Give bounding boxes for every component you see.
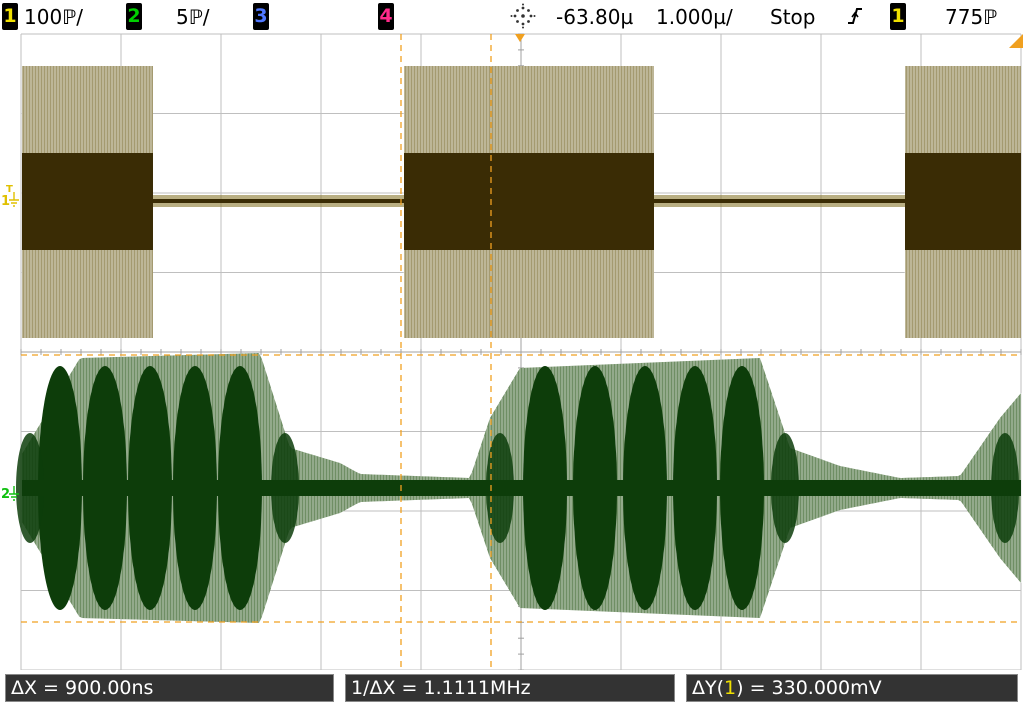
- ch2-baseline: [22, 480, 1021, 496]
- channel-1-waveform: [21, 66, 1021, 338]
- delta-y-readout[interactable]: ΔY(1) = 330.000mV: [686, 674, 1018, 702]
- ground-icon: [9, 486, 19, 506]
- inverse-delta-x-readout[interactable]: 1/ΔX = 1.1111MHz: [345, 674, 675, 702]
- ch1-burst-core: [905, 153, 1021, 250]
- waveform-display[interactable]: [0, 0, 1023, 670]
- delta-y-source: 1: [724, 677, 737, 699]
- edge-scroll-marker: [1009, 34, 1023, 48]
- ch1-burst-core: [22, 153, 153, 250]
- ch1-burst-core: [404, 153, 654, 250]
- channel-2-waveform: [16, 353, 1022, 623]
- measurement-bar: ΔX = 900.00ns 1/ΔX = 1.1111MHz ΔY(1) = 3…: [0, 670, 1023, 708]
- ch1-idle-trace: [153, 199, 404, 203]
- ground-icon: [9, 192, 19, 207]
- delta-x-readout[interactable]: ΔX = 900.00ns: [5, 674, 334, 702]
- ch1-idle-trace: [654, 199, 905, 203]
- trigger-position-marker[interactable]: [515, 34, 525, 42]
